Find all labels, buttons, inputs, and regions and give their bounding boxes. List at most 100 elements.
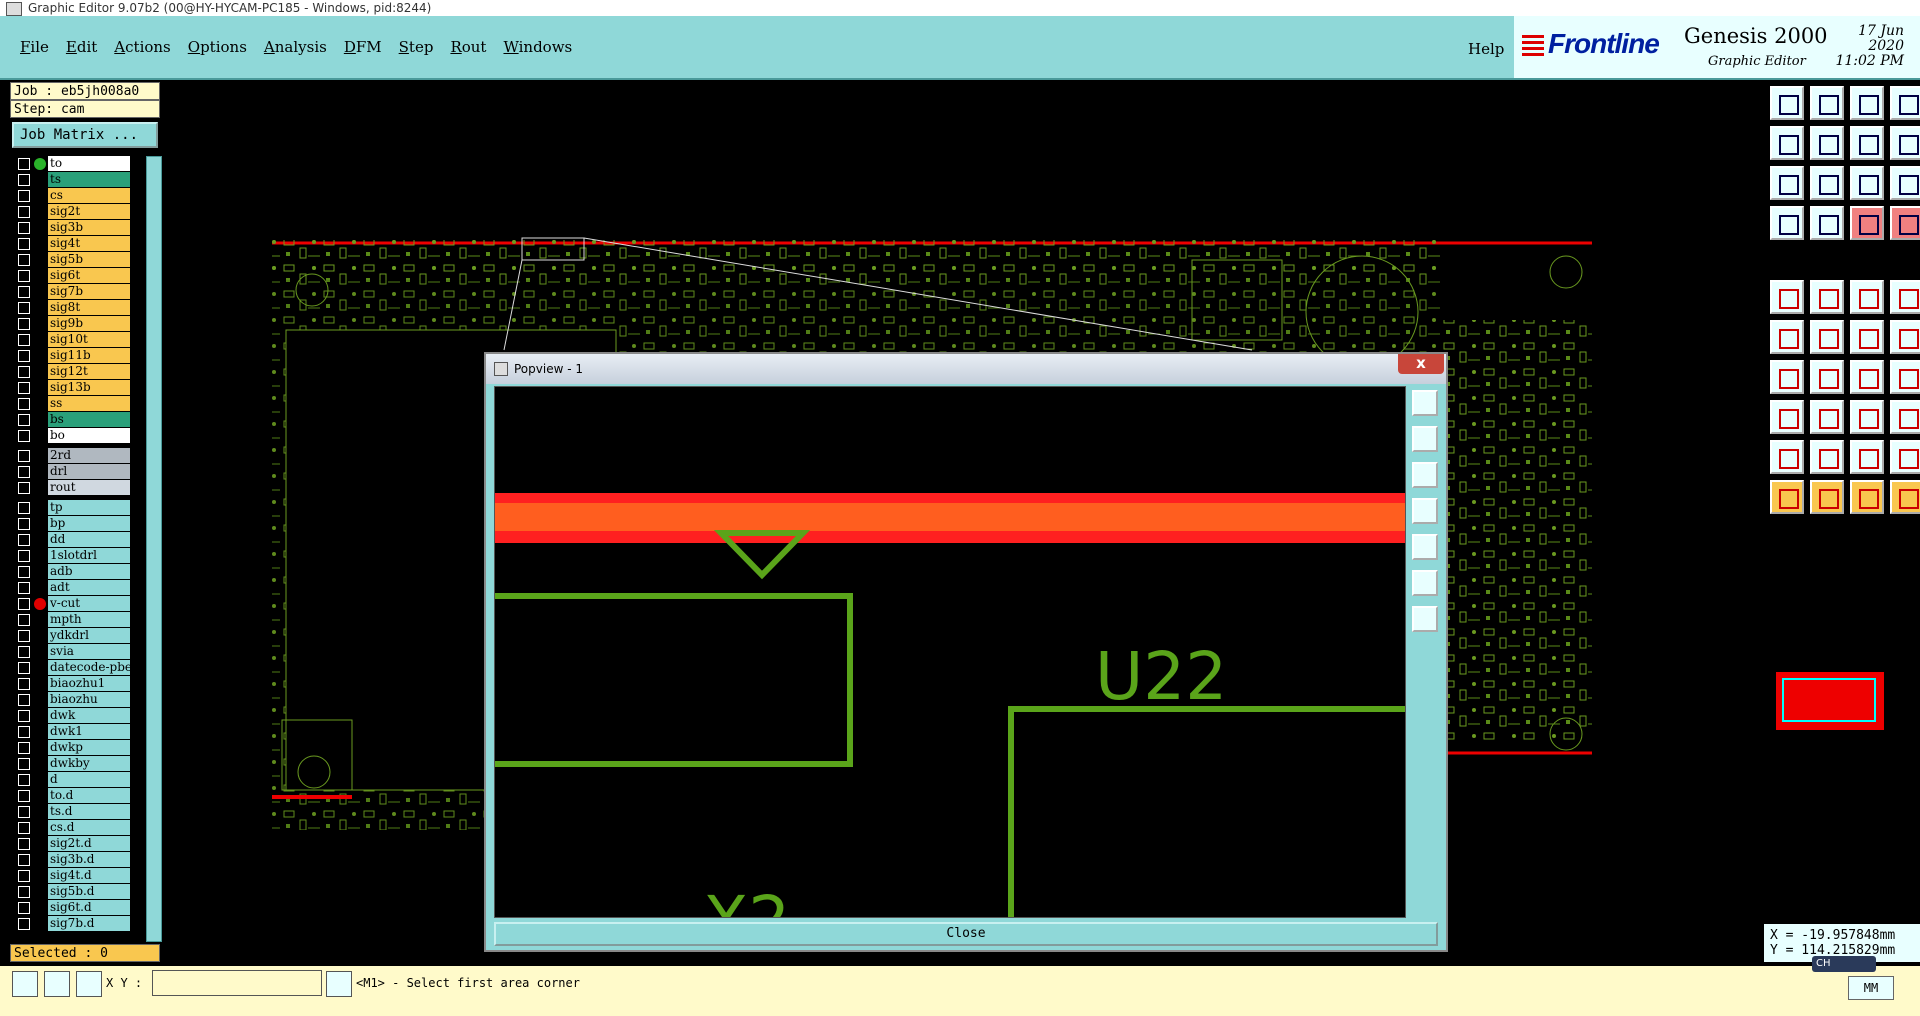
- layer-name[interactable]: biaozhu: [48, 692, 130, 707]
- layer-name[interactable]: ss: [48, 396, 130, 411]
- tool-button-icon[interactable]: [1850, 166, 1884, 200]
- layer-name[interactable]: drl: [48, 464, 130, 479]
- layer-name[interactable]: d: [48, 772, 130, 787]
- layer-checkbox[interactable]: [18, 350, 30, 362]
- layer-name[interactable]: bs: [48, 412, 130, 427]
- layer-row[interactable]: sig12t: [12, 364, 130, 380]
- layer-name[interactable]: dwkp: [48, 740, 130, 755]
- layer-name[interactable]: to.d: [48, 788, 130, 803]
- layer-name[interactable]: sig9b: [48, 316, 130, 331]
- tool-button-icon[interactable]: [1810, 480, 1844, 514]
- layer-row[interactable]: biaozhu: [12, 692, 130, 708]
- layer-checkbox[interactable]: [18, 566, 30, 578]
- layer-row[interactable]: sig5b: [12, 252, 130, 268]
- layer-name[interactable]: sig5b: [48, 252, 130, 267]
- layer-name[interactable]: sig12t: [48, 364, 130, 379]
- layer-checkbox[interactable]: [18, 502, 30, 514]
- layer-name[interactable]: sig3b: [48, 220, 130, 235]
- tool-button-icon[interactable]: [1770, 166, 1804, 200]
- tool-button-icon[interactable]: [1850, 320, 1884, 354]
- layer-checkbox[interactable]: [18, 286, 30, 298]
- layer-name[interactable]: bo: [48, 428, 130, 443]
- layer-name[interactable]: ydkdrl: [48, 628, 130, 643]
- layer-name[interactable]: sig4t.d: [48, 868, 130, 883]
- tool-button-icon[interactable]: [1890, 320, 1920, 354]
- layer-name[interactable]: sig6t: [48, 268, 130, 283]
- layer-name[interactable]: dwkby: [48, 756, 130, 771]
- layer-name[interactable]: sig13b: [48, 380, 130, 395]
- layer-checkbox[interactable]: [18, 302, 30, 314]
- layer-row[interactable]: dwk: [12, 708, 130, 724]
- layer-name[interactable]: sig6t.d: [48, 900, 130, 915]
- tool-button-icon[interactable]: [1890, 440, 1920, 474]
- layer-name[interactable]: svia: [48, 644, 130, 659]
- layer-name[interactable]: v-cut: [48, 596, 130, 611]
- layer-row[interactable]: dd: [12, 532, 130, 548]
- popview-titlebar[interactable]: Popview - 1 x: [486, 354, 1446, 384]
- layer-checkbox[interactable]: [18, 174, 30, 186]
- close-icon[interactable]: x: [1398, 354, 1444, 374]
- menu-rout[interactable]: Rout: [450, 38, 486, 56]
- layer-name[interactable]: to: [48, 156, 130, 171]
- layer-name[interactable]: dwk: [48, 708, 130, 723]
- info-icon[interactable]: [326, 971, 352, 997]
- layer-checkbox[interactable]: [18, 822, 30, 834]
- tool-button-icon[interactable]: [1890, 206, 1920, 240]
- menu-analysis[interactable]: Analysis: [264, 38, 327, 56]
- tool-button-icon[interactable]: [1810, 440, 1844, 474]
- layer-row[interactable]: ts.d: [12, 804, 130, 820]
- grid-icon[interactable]: [76, 971, 102, 997]
- layer-checkbox[interactable]: [18, 254, 30, 266]
- layer-name[interactable]: sig4t: [48, 236, 130, 251]
- tool-button-icon[interactable]: [1890, 86, 1920, 120]
- layer-checkbox[interactable]: [18, 466, 30, 478]
- tool-button-icon[interactable]: [1850, 206, 1884, 240]
- layer-checkbox[interactable]: [18, 694, 30, 706]
- layer-scrollbar[interactable]: [146, 156, 162, 942]
- layer-checkbox[interactable]: [18, 366, 30, 378]
- layer-row[interactable]: sig9b: [12, 316, 130, 332]
- layer-name[interactable]: sig3b.d: [48, 852, 130, 867]
- menu-file[interactable]: File: [20, 38, 49, 56]
- layer-checkbox[interactable]: [18, 206, 30, 218]
- layer-name[interactable]: biaozhu1: [48, 676, 130, 691]
- tool-button-icon[interactable]: [1770, 440, 1804, 474]
- layer-row[interactable]: v-cut: [12, 596, 130, 612]
- tool-button-icon[interactable]: [1770, 86, 1804, 120]
- minimap[interactable]: [1776, 672, 1884, 730]
- popview-tool-icon[interactable]: [1412, 498, 1438, 524]
- layer-row[interactable]: bo: [12, 428, 130, 444]
- tool-button-icon[interactable]: [1850, 360, 1884, 394]
- layer-row[interactable]: sig4t: [12, 236, 130, 252]
- tool-button-icon[interactable]: [1850, 126, 1884, 160]
- layer-checkbox[interactable]: [18, 222, 30, 234]
- tool-button-icon[interactable]: [1850, 400, 1884, 434]
- layer-name[interactable]: tp: [48, 500, 130, 515]
- tool-button-icon[interactable]: [1810, 400, 1844, 434]
- tool-button-icon[interactable]: [1890, 400, 1920, 434]
- layer-name[interactable]: sig7b.d: [48, 916, 130, 931]
- tool-button-icon[interactable]: [1850, 440, 1884, 474]
- layer-checkbox[interactable]: [18, 482, 30, 494]
- menu-options[interactable]: Options: [188, 38, 247, 56]
- layer-row[interactable]: svia: [12, 644, 130, 660]
- layer-row[interactable]: ts: [12, 172, 130, 188]
- tool-button-icon[interactable]: [1770, 360, 1804, 394]
- menu-dfm[interactable]: DFM: [344, 38, 382, 56]
- layer-name[interactable]: adb: [48, 564, 130, 579]
- layer-checkbox[interactable]: [18, 710, 30, 722]
- tool-button-icon[interactable]: [1770, 480, 1804, 514]
- layer-checkbox[interactable]: [18, 758, 30, 770]
- layer-name[interactable]: dwk1: [48, 724, 130, 739]
- layer-row[interactable]: sig11b: [12, 348, 130, 364]
- layer-checkbox[interactable]: [18, 902, 30, 914]
- tool-button-icon[interactable]: [1810, 166, 1844, 200]
- layer-checkbox[interactable]: [18, 430, 30, 442]
- layer-row[interactable]: sig3b.d: [12, 852, 130, 868]
- layer-checkbox[interactable]: [18, 582, 30, 594]
- menu-edit[interactable]: Edit: [66, 38, 97, 56]
- tool-button-icon[interactable]: [1890, 166, 1920, 200]
- layer-checkbox[interactable]: [18, 742, 30, 754]
- layer-row[interactable]: d: [12, 772, 130, 788]
- layer-checkbox[interactable]: [18, 838, 30, 850]
